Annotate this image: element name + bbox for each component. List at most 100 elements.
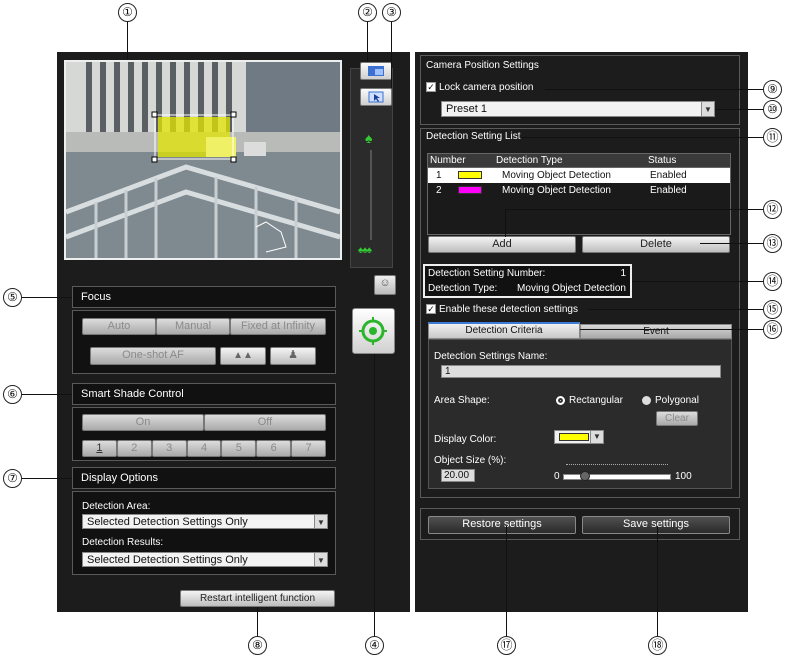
callout-line xyxy=(22,297,72,298)
add-button[interactable]: Add xyxy=(428,236,576,253)
smart-shade-on-button[interactable]: On xyxy=(82,414,204,431)
one-shot-af-button[interactable]: One-shot AF xyxy=(90,347,216,365)
smart-shade-level-button[interactable]: 5 xyxy=(221,440,257,457)
smart-shade-level-button[interactable]: 4 xyxy=(186,440,222,457)
object-size-input[interactable]: 20.00 xyxy=(441,469,475,482)
callout-line xyxy=(588,309,763,310)
wide-zoom-icon xyxy=(368,66,384,76)
area-shape-label: Area Shape: xyxy=(434,395,490,406)
face-icon-button[interactable]: ☺ xyxy=(374,275,396,295)
person-icon: ♟ xyxy=(288,349,298,361)
select-area-button[interactable] xyxy=(360,88,392,106)
detection-type-value: Moving Object Detection xyxy=(517,283,626,294)
smart-shade-level-button[interactable]: 6 xyxy=(256,440,292,457)
callout-16: ⑯ xyxy=(763,320,782,339)
polygonal-radio[interactable]: Polygonal xyxy=(642,395,699,406)
callout-line xyxy=(127,22,128,60)
detection-type-label: Detection Type: xyxy=(428,283,498,294)
slider-max-label: 100 xyxy=(675,471,692,482)
tab-event[interactable]: Event xyxy=(580,324,732,339)
row-status: Enabled xyxy=(650,185,687,196)
detection-results-select[interactable]: Selected Detection Settings Only ▼ xyxy=(82,552,328,567)
chevron-down-icon: ▼ xyxy=(314,553,327,566)
chevron-down-icon: ▼ xyxy=(314,515,327,528)
row-number: 1 xyxy=(436,170,442,181)
delete-button[interactable]: Delete xyxy=(582,236,730,253)
zoom-tele-icon: ♠ xyxy=(365,130,373,146)
row-number: 2 xyxy=(436,185,442,196)
focus-auto-button[interactable]: Auto xyxy=(82,318,156,335)
settings-name-label: Detection Settings Name: xyxy=(434,351,548,362)
callout-7: ⑦ xyxy=(3,469,22,488)
callout-line xyxy=(22,394,72,395)
slider-ticks xyxy=(566,464,668,468)
cursor-icon xyxy=(368,91,384,103)
callout-line xyxy=(391,22,392,88)
restore-settings-button[interactable]: Restore settings xyxy=(428,516,576,534)
enable-detection-label: Enable these detection settings xyxy=(439,304,578,315)
callout-line xyxy=(580,329,763,330)
rectangular-radio[interactable]: Rectangular xyxy=(556,395,623,406)
table-row[interactable]: 2 Moving Object Detection Enabled xyxy=(428,183,730,198)
focus-near-button[interactable]: ♟ xyxy=(270,347,316,365)
detection-list-title: Detection Setting List xyxy=(426,131,521,142)
focus-title: Focus xyxy=(81,291,111,303)
focus-far-button[interactable]: ▲▲ xyxy=(220,347,266,365)
detection-area-label: Detection Area: xyxy=(82,501,151,512)
lock-camera-checkbox[interactable]: ✓ Lock camera position xyxy=(426,82,534,93)
display-color-picker[interactable]: ▼ xyxy=(554,430,604,444)
table-row[interactable]: 1 Moving Object Detection Enabled xyxy=(428,168,730,183)
callout-line xyxy=(522,137,763,138)
callout-line xyxy=(374,354,375,636)
callout-3: ③ xyxy=(382,3,401,22)
slider-thumb[interactable] xyxy=(580,471,591,481)
wide-zoom-button[interactable] xyxy=(360,62,392,80)
smart-shade-off-button[interactable]: Off xyxy=(204,414,326,431)
callout-line xyxy=(367,22,368,62)
camera-view[interactable] xyxy=(64,60,342,260)
target-icon xyxy=(359,317,387,345)
object-size-slider[interactable] xyxy=(563,471,671,481)
focus-infinity-button[interactable]: Fixed at Infinity xyxy=(230,318,326,335)
detection-table: Number Detection Type Status 1 Moving Ob… xyxy=(427,153,731,235)
enable-detection-checkbox[interactable]: ✓ Enable these detection settings xyxy=(426,304,578,315)
callout-10: ⑩ xyxy=(763,100,782,119)
callout-line xyxy=(715,109,763,110)
checkbox-icon: ✓ xyxy=(426,304,436,315)
detection-area-select[interactable]: Selected Detection Settings Only ▼ xyxy=(82,514,328,529)
radio-icon xyxy=(642,395,651,405)
preset-select[interactable]: Preset 1 ▼ xyxy=(441,101,715,117)
table-header: Number Detection Type Status xyxy=(428,154,730,168)
polygonal-label: Polygonal xyxy=(655,395,699,406)
center-target-button[interactable] xyxy=(352,308,395,354)
column-header-status: Status xyxy=(648,155,677,166)
tab-detection-criteria[interactable]: Detection Criteria xyxy=(428,322,580,339)
clear-button[interactable]: Clear xyxy=(656,411,698,426)
smart-shade-level-button[interactable]: 1 xyxy=(82,440,117,457)
smart-shade-level-button[interactable]: 3 xyxy=(151,440,187,457)
settings-name-input[interactable]: 1 xyxy=(441,365,721,378)
callout-14: ⑭ xyxy=(763,272,782,291)
callout-6: ⑥ xyxy=(3,385,22,404)
smart-shade-level-button[interactable]: 2 xyxy=(116,440,152,457)
smart-shade-level-button[interactable]: 7 xyxy=(291,440,327,457)
row-status: Enabled xyxy=(650,170,687,181)
callout-1: ① xyxy=(118,3,137,22)
callout-line xyxy=(505,209,763,210)
callout-13: ⑬ xyxy=(763,234,782,253)
radio-selected-icon xyxy=(556,395,565,405)
column-header-number: Number xyxy=(430,155,466,166)
restart-intelligent-function-button[interactable]: Restart intelligent function xyxy=(180,590,335,607)
callout-line xyxy=(505,209,506,237)
setting-number-label: Detection Setting Number: xyxy=(428,268,546,279)
row-color-swatch xyxy=(458,186,482,194)
smart-shade-title: Smart Shade Control xyxy=(81,388,184,400)
save-settings-button[interactable]: Save settings xyxy=(582,516,730,534)
object-size-value: 20.00 xyxy=(444,470,470,481)
row-type: Moving Object Detection xyxy=(502,170,611,181)
display-color-label: Display Color: xyxy=(434,434,497,445)
column-header-type: Detection Type xyxy=(496,155,563,166)
callout-line xyxy=(657,526,658,636)
callout-17: ⑰ xyxy=(497,636,516,655)
focus-manual-button[interactable]: Manual xyxy=(156,318,230,335)
